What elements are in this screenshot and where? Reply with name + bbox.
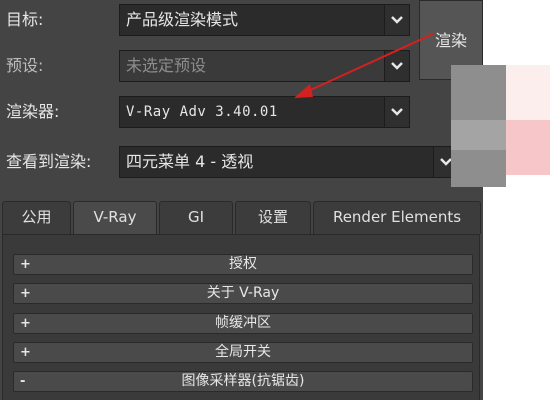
red-arrow-annotation xyxy=(294,33,434,98)
